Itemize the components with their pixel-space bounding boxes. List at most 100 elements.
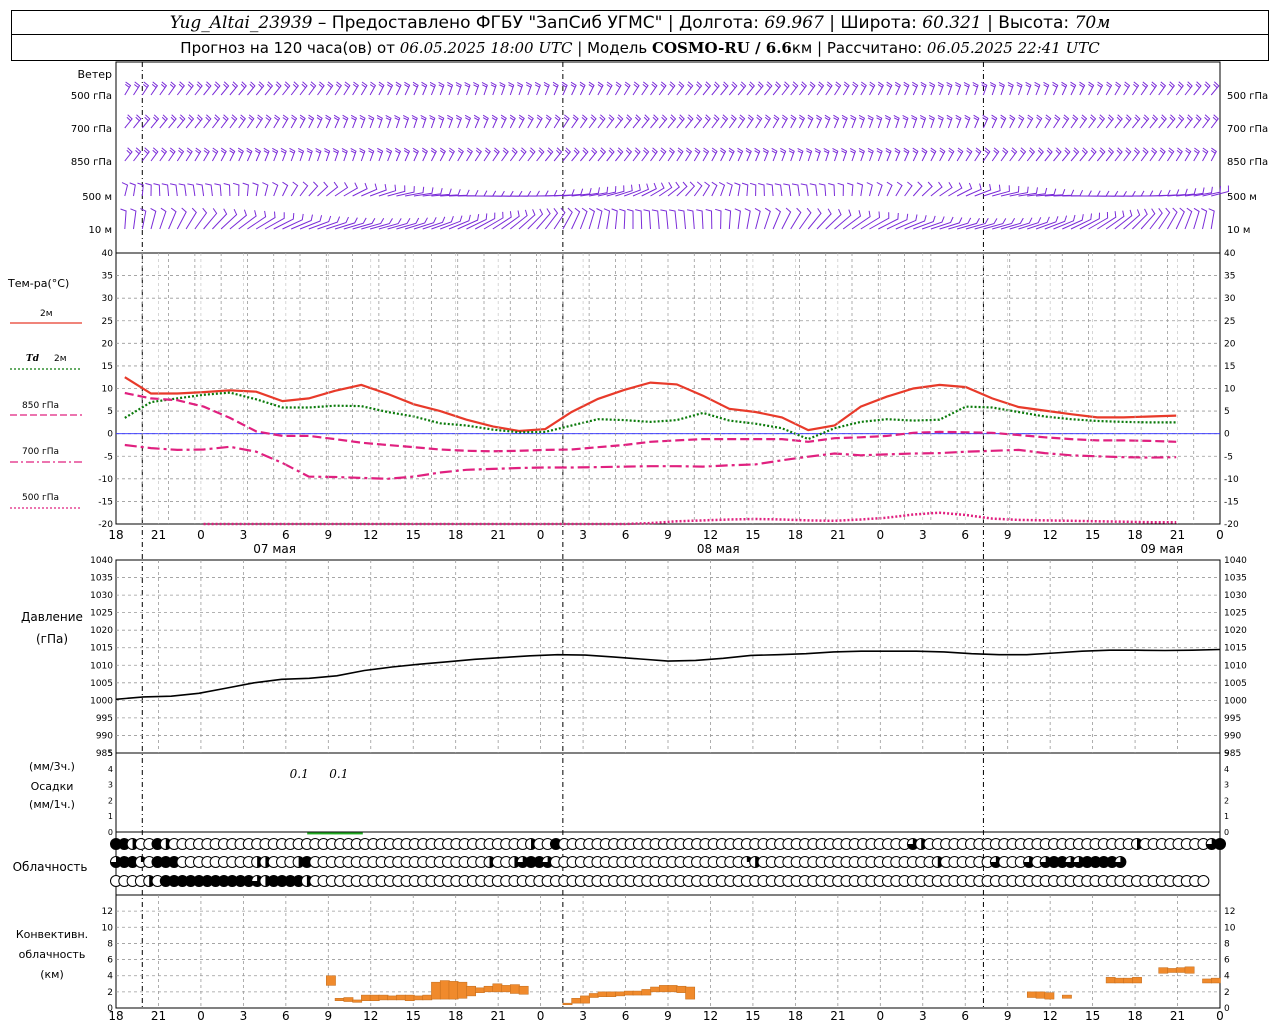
wind-barb [150,114,160,129]
wind-barb [508,81,515,96]
wind-barb [130,208,137,230]
wind-barb [176,207,187,230]
conv-cloud-bar [457,981,468,999]
pressure-ytick-left: 1010 [90,661,113,671]
precip-bar [334,832,363,835]
wind-barb [1044,147,1053,162]
wind-barb [290,114,298,129]
conv-cloud-bar [404,994,415,1001]
wind-barb [124,147,133,162]
wind-barb [728,81,738,96]
wind-barb [928,114,935,129]
conv-cloud-bar [615,991,625,997]
wind-barb [841,114,848,129]
wind-barb [464,114,472,129]
wind-barb [229,209,247,230]
wind-barb [981,81,988,96]
wind-barb [518,147,527,162]
temp-ytick-right: 5 [1224,407,1230,417]
wind-barb [823,147,830,162]
wind-barb [1097,211,1117,230]
wind-barb [194,114,203,129]
wind-barb [1053,147,1062,162]
wind-barb [720,81,729,96]
wind-barb [705,209,713,230]
wind-barb [856,182,864,197]
conv-ytick-right: 6 [1224,956,1230,966]
conv-cloud-bar [1062,994,1072,999]
wind-barb [1009,114,1016,129]
wind-barb [403,147,411,162]
wind-barb [120,208,127,230]
wind-barb [536,147,545,162]
wind-barb [579,114,588,129]
pressure-ytick-right: 1025 [1224,609,1247,619]
wind-barb [658,81,667,96]
wind-barb [203,81,212,96]
wind-barb [282,114,289,129]
wind-barb [187,183,196,197]
wind-barb [676,181,688,197]
wind-barb [989,81,997,96]
wind-barb [334,81,342,96]
conv-cloud-bar [1026,991,1037,998]
precip-ytick-right: 0 [1224,828,1229,837]
conv-cloud-bar [448,981,459,1000]
wind-barb [1175,114,1185,129]
temp-xtick-label: 21 [491,528,506,542]
wind-barb [669,209,678,230]
wind-barb [711,81,720,96]
wind-barb [273,114,281,129]
wind-barb [867,147,874,162]
wind-barb [886,213,909,230]
wind-barb [473,114,480,129]
wind-barb [1202,114,1211,129]
wind-barb [579,207,588,230]
wind-barb [746,114,754,129]
wind-barb [500,114,507,129]
temp-series-line [203,511,1177,526]
conv-cloud-bar [685,986,696,1000]
wind-barb [252,182,259,197]
wind-barb [141,147,150,162]
wind-barb [153,183,161,197]
wind-barb [693,114,703,129]
wind-barb [553,147,563,162]
temp-series-line [124,391,1177,441]
wind-barb [877,81,884,96]
wind-barb [308,181,319,197]
wind-barb [902,114,909,129]
wind-barb [343,81,351,96]
wind-barb [867,114,874,129]
wind-barb [737,147,744,162]
wind-barb [744,208,751,230]
conv-xtick-label: 21 [491,1009,506,1023]
cloud-symbol [1197,875,1210,887]
wind-barb [772,114,780,129]
wind-barb [483,147,491,162]
wind-barb [754,207,761,230]
conv-xtick-label: 0 [197,1009,205,1023]
pressure-ytick-right: 1040 [1224,556,1247,566]
wind-level-label-right: 850 гПа [1227,157,1268,168]
wind-barb [658,147,667,162]
legend-850-label: 850 гПа [22,401,59,411]
wind-barb [517,81,524,96]
conv-cloud-bar [641,989,652,996]
wind-barb [124,114,133,129]
conv-cloud-bar [1123,977,1134,984]
conv-cloud-bar [501,985,512,993]
wind-barb [395,81,402,96]
wind-barb [1210,147,1217,162]
wind-barb [394,114,401,129]
wind-barb [1131,81,1140,96]
wind-barb [150,81,159,96]
wind-barb [457,214,480,230]
wind-barb [702,114,711,129]
wind-barb [352,81,359,96]
wind-barb [141,114,151,129]
wind-barb [229,81,239,96]
conv-cloud-bar [623,990,634,996]
wind-barb [194,147,202,162]
temp-xtick-label: 18 [1127,528,1142,542]
